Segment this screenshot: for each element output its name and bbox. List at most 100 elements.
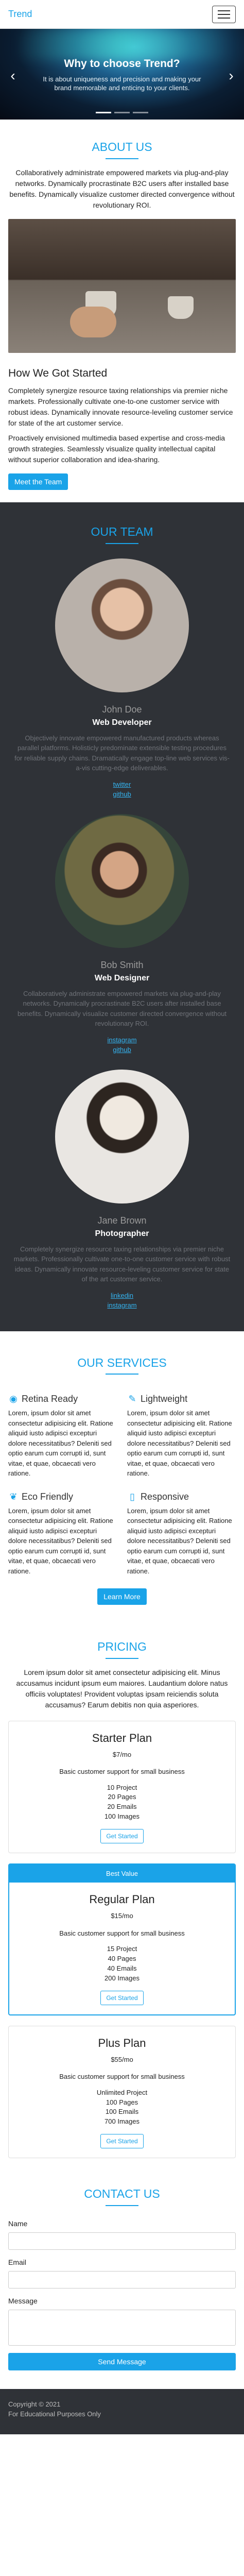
service-text: Lorem, ipsum dolor sit amet consectetur … xyxy=(8,1506,113,1575)
title-underline xyxy=(106,1374,138,1375)
service-card: ◉ Retina Ready Lorem, ipsum dolor sit ame… xyxy=(8,1392,117,1479)
service-text: Lorem, ipsum dolor sit amet consectetur … xyxy=(127,1409,232,1477)
pricing-title: PRICING xyxy=(97,1640,147,1653)
name-input[interactable] xyxy=(8,2232,236,2250)
about-section: ABOUT US Collaboratively administrate em… xyxy=(0,120,244,502)
plan-feature: 100 Images xyxy=(104,1812,140,1821)
title-underline xyxy=(106,543,138,544)
services-section: OUR SERVICES ◉ Retina Ready Lorem, ipsum … xyxy=(0,1331,244,1618)
pricing-card-regular: Best Value Regular Plan $15/mo Basic cus… xyxy=(8,1863,236,2015)
plan-feature: Unlimited Project xyxy=(96,2088,148,2096)
service-text: Lorem, ipsum dolor sit amet consectetur … xyxy=(8,1409,113,1477)
pricing-card-starter: Starter Plan $7/mo Basic customer suppor… xyxy=(8,1720,236,1853)
avatar xyxy=(55,558,189,692)
member-role: Web Designer xyxy=(94,973,150,982)
hero-background-glow xyxy=(15,29,232,60)
github-link[interactable]: github xyxy=(8,789,236,800)
plan-name: Regular Plan xyxy=(89,1893,155,1906)
github-link[interactable]: github xyxy=(8,1045,236,1055)
best-value-badge: Best Value xyxy=(9,1864,235,1883)
carousel-indicator[interactable] xyxy=(96,112,111,113)
about-subtitle: How We Got Started xyxy=(8,367,108,379)
meet-team-button[interactable]: Meet the Team xyxy=(8,473,68,490)
footer: Copyright © 2021 For Educational Purpose… xyxy=(0,2388,244,2434)
carousel-prev-icon[interactable]: ‹ xyxy=(5,65,21,87)
email-input[interactable] xyxy=(8,2270,236,2289)
title-underline xyxy=(106,2205,138,2206)
footer-note: For Educational Purposes Only xyxy=(8,2410,101,2418)
hero-text: It is about uniqueness and precision and… xyxy=(43,75,201,92)
service-title: Responsive xyxy=(141,1491,189,1502)
plan-feature: 700 Images xyxy=(104,2117,140,2126)
learn-more-button[interactable]: Learn More xyxy=(97,1588,147,1605)
avatar xyxy=(55,814,189,948)
member-role: Photographer xyxy=(95,1229,149,1238)
get-started-button[interactable]: Get Started xyxy=(100,1828,144,1843)
instagram-link[interactable]: instagram xyxy=(8,1035,236,1045)
message-textarea[interactable] xyxy=(8,2309,236,2346)
plan-description: Basic customer support for small busines… xyxy=(59,1929,185,1937)
carousel-indicator[interactable] xyxy=(133,112,148,113)
plan-features: 10 Project 20 Pages 20 Emails 100 Images xyxy=(9,1783,235,1822)
get-started-button[interactable]: Get Started xyxy=(100,1990,144,2005)
plan-price: $15/mo xyxy=(111,1912,133,1920)
carousel-next-icon[interactable]: › xyxy=(223,65,239,87)
feather-icon: ✎ xyxy=(128,1394,136,1404)
member-name: Bob Smith xyxy=(100,959,144,970)
message-label: Message xyxy=(8,2296,38,2305)
plan-description: Basic customer support for small busines… xyxy=(59,1768,185,1775)
contact-section: CONTACT US Name Email Message Send Messa… xyxy=(0,2171,244,2389)
service-title: Lightweight xyxy=(141,1394,188,1404)
service-text: Lorem, ipsum dolor sit amet consectetur … xyxy=(127,1506,232,1575)
plan-name: Starter Plan xyxy=(92,1731,152,1744)
plan-feature: 200 Images xyxy=(104,1974,140,1982)
service-title: Retina Ready xyxy=(22,1394,78,1404)
plan-features: 15 Project 40 Pages 40 Emails 200 Images xyxy=(9,1944,235,1983)
service-title: Eco Friendly xyxy=(22,1491,74,1502)
hamburger-icon xyxy=(218,10,230,11)
pricing-card-plus: Plus Plan $55/mo Basic customer support … xyxy=(8,2025,236,2159)
mobile-icon: ▯ xyxy=(130,1491,135,1502)
plan-feature: 100 Emails xyxy=(105,2108,139,2116)
member-bio: Completely synergize resource taxing rel… xyxy=(13,1245,231,1283)
services-title: OUR SERVICES xyxy=(77,1355,167,1369)
title-underline xyxy=(106,1657,138,1659)
plan-price: $55/mo xyxy=(111,2055,133,2063)
coffee-cup-image xyxy=(168,296,194,319)
linkedin-link[interactable]: linkedin xyxy=(8,1291,236,1301)
plan-price: $7/mo xyxy=(112,1750,132,1758)
member-name: Jane Brown xyxy=(97,1215,147,1226)
pricing-lead: Lorem ipsum dolor sit amet consectetur a… xyxy=(16,1668,228,1709)
plan-feature: 15 Project xyxy=(107,1945,137,1953)
avatar xyxy=(55,1069,189,1204)
copyright-text: Copyright © 2021 xyxy=(8,2400,61,2408)
team-member-card: Jane Brown Photographer Completely syner… xyxy=(8,1069,236,1311)
about-title: ABOUT US xyxy=(92,140,152,154)
twitter-link[interactable]: twitter xyxy=(8,779,236,790)
brand-logo[interactable]: Trend xyxy=(8,7,32,21)
team-section: OUR TEAM John Doe Web Developer Objectiv… xyxy=(0,502,244,1331)
carousel-indicator[interactable] xyxy=(114,112,130,113)
leaf-icon: ❦ xyxy=(9,1491,18,1502)
instagram-link[interactable]: instagram xyxy=(8,1300,236,1311)
hero-carousel: ‹ Why to choose Trend? It is about uniqu… xyxy=(0,29,244,120)
service-card: ▯ Responsive Lorem, ipsum dolor sit amet … xyxy=(127,1490,236,1577)
plan-description: Basic customer support for small busines… xyxy=(59,2073,185,2081)
eye-icon: ◉ xyxy=(9,1394,18,1404)
about-paragraph: Proactively envisioned multimedia based … xyxy=(8,434,225,464)
pricing-section: PRICING Lorem ipsum dolor sit amet conse… xyxy=(0,1617,244,2171)
plan-features: Unlimited Project 100 Pages 100 Emails 7… xyxy=(9,2088,235,2127)
hero-title: Why to choose Trend? xyxy=(64,58,180,70)
team-title: OUR TEAM xyxy=(91,525,153,538)
carousel-indicators xyxy=(0,112,244,113)
service-card: ❦ Eco Friendly Lorem, ipsum dolor sit ame… xyxy=(8,1490,117,1577)
menu-toggle-button[interactable] xyxy=(212,5,236,23)
send-message-button[interactable]: Send Message xyxy=(8,2352,236,2370)
plan-feature: 40 Pages xyxy=(108,1955,136,1963)
get-started-button[interactable]: Get Started xyxy=(100,2134,144,2149)
about-photo xyxy=(8,218,236,353)
about-lead: Collaboratively administrate empowered m… xyxy=(9,168,235,209)
team-member-card: John Doe Web Developer Objectively innov… xyxy=(8,558,236,800)
about-paragraph: Completely synergize resource taxing rel… xyxy=(8,386,233,427)
title-underline xyxy=(106,158,138,159)
